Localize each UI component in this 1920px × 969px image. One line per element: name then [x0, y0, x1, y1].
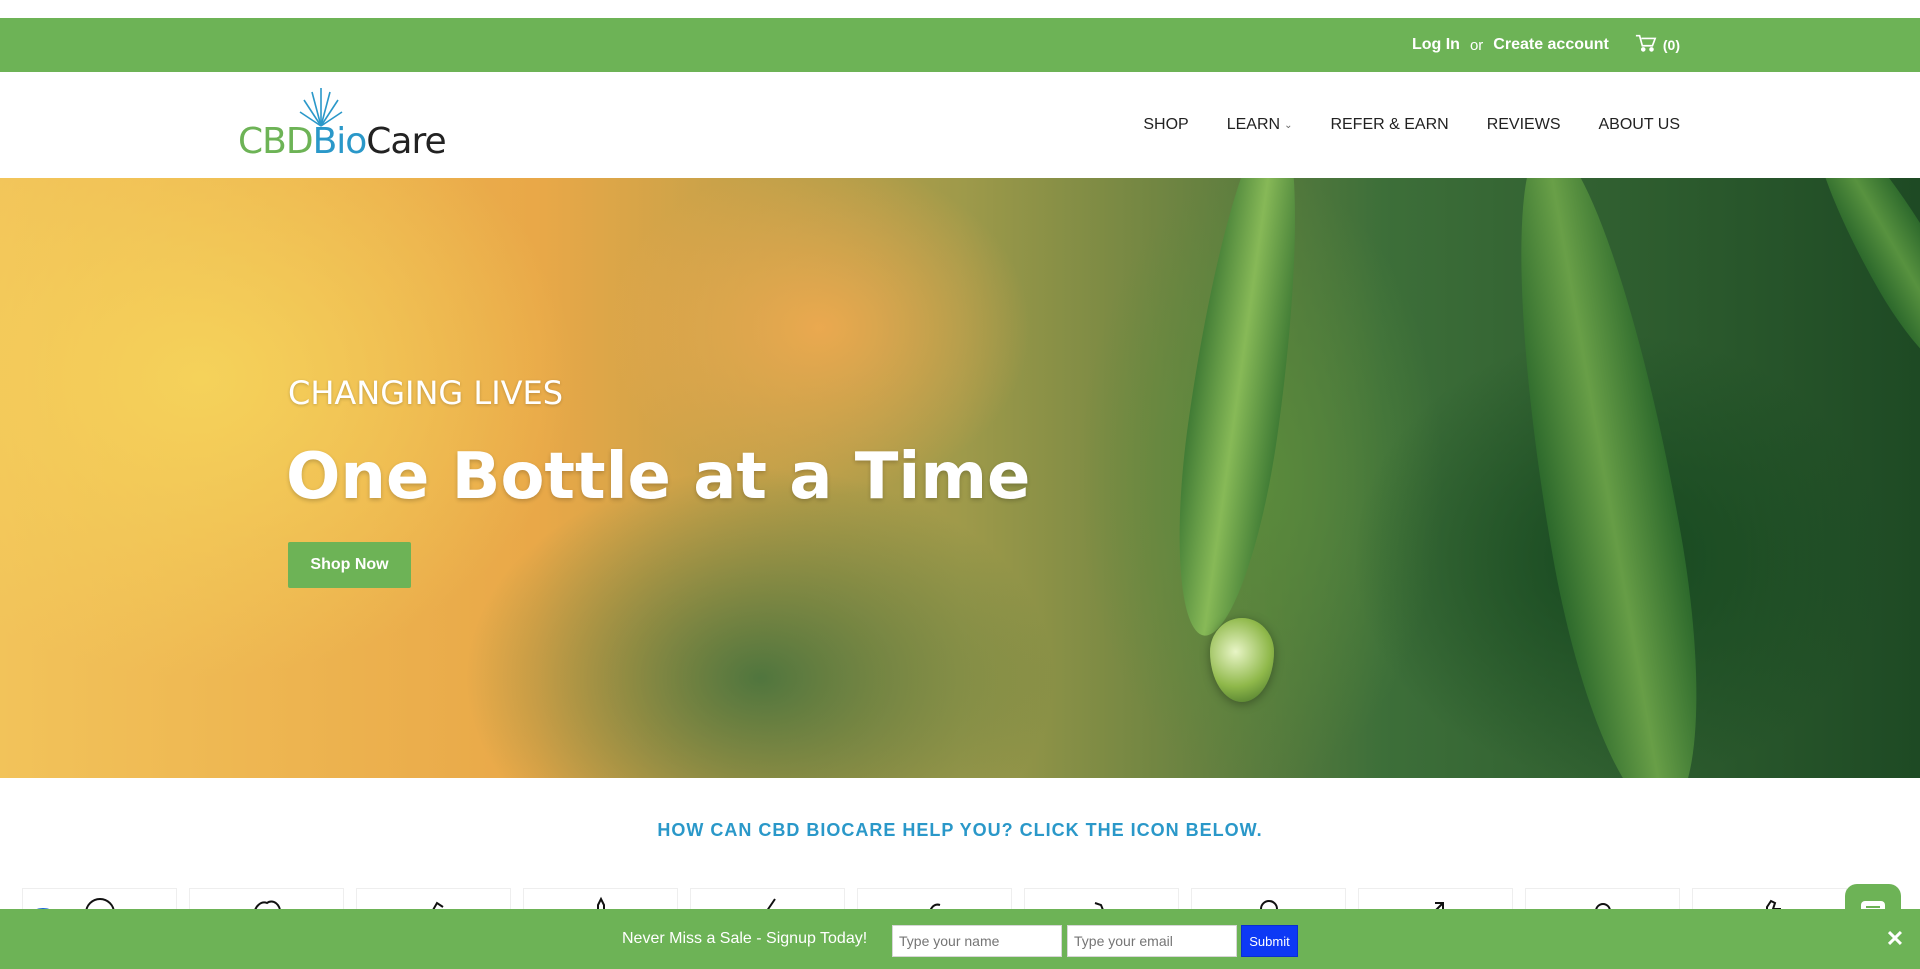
- logo-bio: Bio: [312, 121, 368, 162]
- signup-text: Never Miss a Sale - Signup Today!: [622, 930, 868, 947]
- cart-button[interactable]: (0): [1635, 33, 1680, 58]
- nav-shop-label: SHOP: [1143, 116, 1189, 133]
- or-separator: or: [1469, 36, 1484, 54]
- signup-bar: Never Miss a Sale - Signup Today! Submit…: [0, 909, 1920, 969]
- hemp-leaf-image: [1789, 178, 1920, 396]
- nav-reviews[interactable]: REVIEWS: [1487, 116, 1561, 134]
- nav-learn-label: LEARN: [1226, 116, 1281, 133]
- submit-button[interactable]: Submit: [1241, 925, 1298, 957]
- email-input[interactable]: [1067, 925, 1237, 957]
- help-heading: HOW CAN CBD BIOCARE HELP YOU? CLICK THE …: [657, 820, 1263, 840]
- logo-wordmark: CBDBioCare: [238, 121, 447, 162]
- account-links: Log In or Create account (0): [1412, 18, 1680, 72]
- nav-refer-earn-label: REFER & EARN: [1330, 116, 1449, 133]
- hero-title: One Bottle at a Time: [286, 440, 1031, 514]
- login-link[interactable]: Log In: [1412, 36, 1460, 54]
- nav-shop[interactable]: SHOP: [1143, 116, 1188, 134]
- site-header: CBDBioCare SHOP LEARN ⌄ REFER & EARN REVI…: [0, 72, 1920, 178]
- create-account-link[interactable]: Create account: [1493, 36, 1609, 54]
- hero-kicker: CHANGING LIVES: [288, 374, 564, 412]
- logo[interactable]: CBDBioCare: [238, 86, 447, 166]
- hero-banner: CHANGING LIVES One Bottle at a Time Shop…: [0, 178, 1920, 778]
- hemp-leaf-image: [1159, 178, 1321, 642]
- hemp-leaf-image: [1481, 178, 1729, 778]
- name-input[interactable]: [892, 925, 1062, 957]
- oil-drop-image: [1210, 618, 1274, 702]
- nav-about-us[interactable]: ABOUT US: [1599, 116, 1681, 134]
- close-icon[interactable]: ✕: [1880, 924, 1910, 954]
- shop-now-button[interactable]: Shop Now: [288, 542, 411, 588]
- chevron-down-icon: ⌄: [1284, 119, 1293, 131]
- nav-refer-earn[interactable]: REFER & EARN: [1330, 116, 1448, 134]
- cart-count: (0): [1662, 37, 1680, 53]
- nav-reviews-label: REVIEWS: [1486, 116, 1561, 133]
- logo-care: Care: [366, 121, 446, 162]
- nav-about-us-label: ABOUT US: [1598, 116, 1681, 133]
- nav-learn[interactable]: LEARN ⌄: [1227, 116, 1293, 134]
- main-nav: SHOP LEARN ⌄ REFER & EARN REVIEWS ABOUT U…: [1143, 72, 1680, 178]
- cart-icon: [1635, 33, 1657, 58]
- top-utility-bar: Log In or Create account (0): [0, 18, 1920, 72]
- logo-cbd: CBD: [238, 121, 314, 162]
